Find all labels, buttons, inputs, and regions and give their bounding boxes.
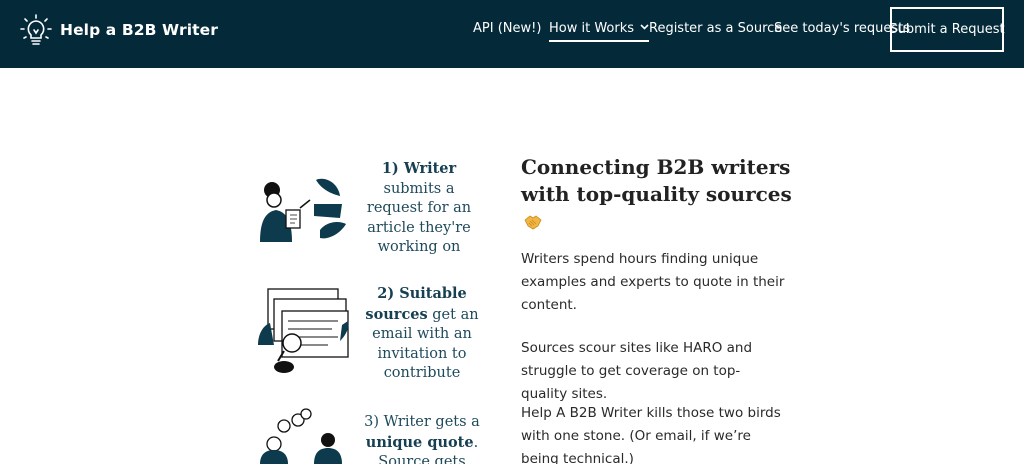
handshake-icon — [524, 215, 542, 230]
nav-how-it-works[interactable]: How it Works — [549, 21, 650, 42]
writer-illustration — [260, 178, 346, 242]
nav-how-it-works-label: How it Works — [549, 21, 635, 36]
logo[interactable]: Help a B2B Writer — [16, 10, 218, 50]
step-3-strong: unique quote — [365, 433, 474, 451]
quote-illustration — [260, 408, 342, 464]
intro-paragraph-1: Writers spend hours finding unique examp… — [521, 251, 785, 313]
chevron-down-icon — [640, 24, 649, 30]
lightbulb-icon — [20, 14, 52, 45]
site-header: Help a B2B Writer API (New!) How it Work… — [0, 0, 1024, 68]
sources-illustration — [258, 288, 349, 373]
step-2-strong-b: sources — [365, 305, 428, 323]
page-headline: Connecting B2B writers with top-quality … — [521, 155, 792, 206]
step-2-text: 2) Suitable sources get an email with an… — [357, 284, 487, 384]
step-3-body-a: 3) Writer gets a — [364, 414, 480, 430]
intro-paragraph-2: Sources scour sites like HARO and strugg… — [521, 340, 753, 402]
step-3-text: 3) Writer gets a unique quote. Source ge… — [357, 413, 487, 464]
logo-text: Help a B2B Writer — [60, 21, 219, 39]
intro-paragraph-3: Help A B2B Writer kills those two birds … — [521, 405, 781, 464]
step-3-tail: . — [473, 434, 479, 451]
step-1-text: 1) Writer submits a request for an artic… — [354, 159, 484, 258]
step-1-body: submits a request for an article they're… — [366, 180, 472, 256]
step-2-strong-a: 2) Suitable — [377, 285, 467, 302]
submit-request-button[interactable]: Submit a Request — [889, 7, 1005, 52]
step-3-body-b: Source gets — [378, 454, 466, 464]
nav-register-source[interactable]: Register as a Source — [649, 21, 782, 36]
step-1-strong: 1) Writer — [381, 160, 457, 177]
nav-api[interactable]: API (New!) — [473, 21, 541, 36]
